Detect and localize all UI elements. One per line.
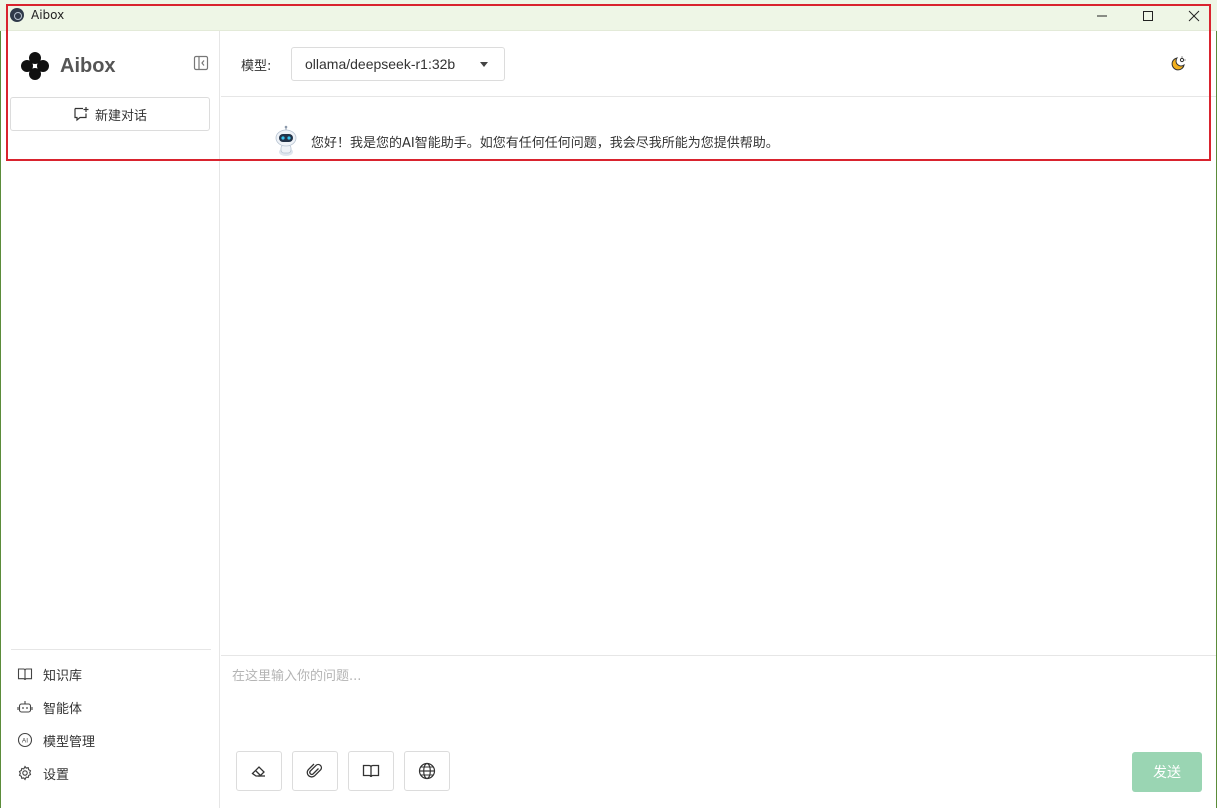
sidebar: Aibox 新建对话 知识库 智能体 AI 模型管理 设置 (1, 31, 220, 808)
sidebar-item-model-management[interactable]: AI 模型管理 (17, 730, 95, 750)
new-chat-icon (74, 107, 89, 122)
main-header: 模型: ollama/deepseek-r1:32b (221, 31, 1216, 97)
send-button[interactable]: 发送 (1132, 752, 1202, 792)
sidebar-item-label: 智能体 (43, 701, 83, 717)
sidebar-item-label: 设置 (43, 767, 70, 783)
brand: Aibox (21, 52, 116, 80)
svg-text:AI: AI (22, 738, 28, 745)
collapse-sidebar-button[interactable] (193, 55, 209, 71)
assistant-message: 您好！我是您的AI智能助手。如您有任何任何问题，我会尽我所能为您提供帮助。 (273, 125, 779, 157)
globe-icon (418, 762, 436, 780)
bot-avatar-icon (273, 125, 299, 157)
model-select-value: ollama/deepseek-r1:32b (305, 56, 456, 72)
eraser-icon (251, 766, 265, 777)
sidebar-item-settings[interactable]: 设置 (17, 763, 69, 783)
new-chat-label: 新建对话 (94, 108, 147, 124)
new-chat-button[interactable]: 新建对话 (10, 97, 210, 131)
title-bar: Aibox (0, 0, 1217, 31)
sidebar-item-agents[interactable]: 智能体 (17, 697, 82, 717)
sidebar-item-label: 模型管理 (43, 734, 96, 750)
sidebar-item-knowledge-base[interactable]: 知识库 (17, 664, 82, 684)
close-icon (1188, 10, 1200, 21)
maximize-button[interactable] (1125, 0, 1171, 31)
assistant-message-text: 您好！我是您的AI智能助手。如您有任何任何问题，我会尽我所能为您提供帮助。 (311, 135, 779, 151)
prompt-input[interactable] (232, 665, 1192, 745)
attach-button[interactable] (292, 751, 338, 791)
book-open-icon (362, 764, 380, 778)
robot-icon (17, 701, 33, 713)
close-button[interactable] (1171, 0, 1217, 31)
sidebar-item-label: 知识库 (43, 668, 83, 684)
sidebar-divider (11, 649, 211, 650)
sun-moon-icon (1171, 56, 1186, 71)
minimize-icon (1097, 15, 1107, 16)
sidebar-collapse-icon (193, 55, 209, 71)
app-icon (10, 8, 24, 22)
ai-circle-icon: AI (17, 732, 33, 748)
minimize-button[interactable] (1079, 0, 1125, 31)
brand-name: Aibox (60, 54, 116, 77)
composer: 发送 (221, 655, 1216, 808)
web-search-button[interactable] (404, 751, 450, 791)
gear-icon (18, 765, 32, 781)
model-label: 模型: (241, 59, 272, 74)
paperclip-icon (306, 763, 323, 778)
knowledge-base-button[interactable] (348, 751, 394, 791)
book-icon (17, 668, 33, 681)
chat-area: 您好！我是您的AI智能助手。如您有任何任何问题，我会尽我所能为您提供帮助。 (221, 98, 1216, 655)
maximize-icon (1143, 10, 1153, 21)
clear-button[interactable] (236, 751, 282, 791)
window-title: Aibox (31, 8, 65, 22)
caret-down-icon (480, 62, 488, 67)
theme-toggle-button[interactable] (1169, 55, 1187, 73)
model-select[interactable]: ollama/deepseek-r1:32b (291, 47, 505, 81)
aibox-logo-icon (21, 52, 49, 80)
